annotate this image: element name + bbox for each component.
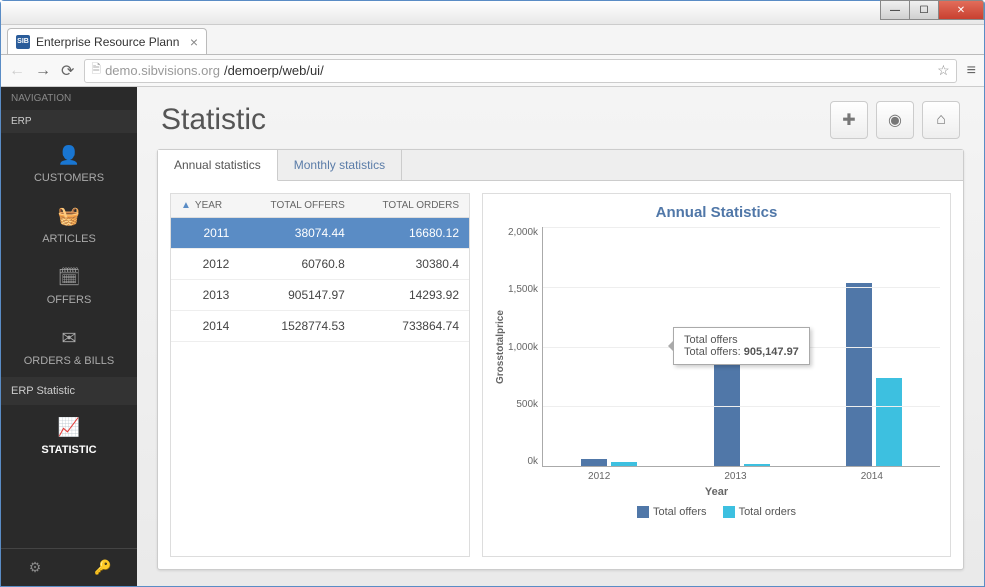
chart-bar[interactable] xyxy=(846,283,872,466)
table-cell: 2012 xyxy=(171,249,243,280)
table-cell: 733864.74 xyxy=(355,311,469,342)
y-axis-label: Grosstotalprice xyxy=(493,227,508,467)
tooltip-series-name: Total offers xyxy=(684,334,799,346)
sidebar-item-orders-bills[interactable]: ✉ ORDERS & BILLS xyxy=(1,316,137,377)
chart-bar[interactable] xyxy=(581,459,607,466)
sidebar-nav-label: NAVIGATION xyxy=(1,87,137,110)
sidebar-item-statistic[interactable]: 📈 STATISTIC xyxy=(1,405,137,466)
sidebar-item-offers[interactable]: 🗓 OFFERS xyxy=(1,255,137,316)
content-card: Annual statistics Monthly statistics ▲YE… xyxy=(157,149,964,570)
add-button[interactable]: ✚ xyxy=(830,101,868,139)
table-row[interactable]: 201260760.830380.4 xyxy=(171,249,469,280)
browser-menu-icon[interactable]: ≡ xyxy=(967,62,976,80)
chart-title: Annual Statistics xyxy=(493,204,940,221)
sidebar-item-label: ARTICLES xyxy=(42,233,96,245)
window-close-button[interactable]: ✕ xyxy=(938,0,984,20)
sidebar-item-label: CUSTOMERS xyxy=(34,172,104,184)
legend-total-offers: Total offers xyxy=(637,506,707,518)
url-input[interactable] xyxy=(224,63,933,78)
tab-close-icon[interactable]: × xyxy=(190,34,198,50)
back-icon[interactable]: ← xyxy=(9,62,25,80)
forward-icon[interactable]: → xyxy=(35,62,51,80)
chart-bar[interactable] xyxy=(714,358,740,466)
chart-panel: Annual Statistics Grosstotalprice 2,000k… xyxy=(482,193,951,557)
refresh-button[interactable]: ◉ xyxy=(876,101,914,139)
browser-nav-bar: ← → ⟳ 🗎 demo.sibvisions.org ☆ ≡ xyxy=(1,55,984,87)
orders-icon: ✉ xyxy=(61,328,76,349)
table-row[interactable]: 2013905147.9714293.92 xyxy=(171,280,469,311)
table-row[interactable]: 201138074.4416680.12 xyxy=(171,218,469,249)
refresh-icon: ◉ xyxy=(888,110,902,130)
sidebar-item-articles[interactable]: 🧺 ARTICLES xyxy=(1,194,137,255)
reload-icon[interactable]: ⟳ xyxy=(61,61,74,81)
legend-swatch-offers xyxy=(637,506,649,518)
statistic-icon: 📈 xyxy=(58,417,80,438)
th-year[interactable]: ▲YEAR xyxy=(171,194,243,218)
window-minimize-button[interactable]: — xyxy=(880,0,910,20)
bookmark-star-icon[interactable]: ☆ xyxy=(937,62,950,79)
page-title: Statistic xyxy=(161,103,830,137)
chart-bar[interactable] xyxy=(611,462,637,466)
x-tick: 2013 xyxy=(667,467,803,482)
y-axis-ticks: 2,000k1,500k1,000k500k0k xyxy=(508,227,542,467)
sidebar-erp-label[interactable]: ERP xyxy=(1,110,137,133)
x-axis-label: Year xyxy=(493,486,940,498)
legend-swatch-orders xyxy=(723,506,735,518)
chart-plot: Total offers Total offers: 905,147.97 xyxy=(542,227,940,467)
table-cell: 30380.4 xyxy=(355,249,469,280)
home-icon: ⌂ xyxy=(936,111,946,129)
x-tick: 2014 xyxy=(804,467,940,482)
chart-bar[interactable] xyxy=(744,464,770,466)
x-axis-ticks: 201220132014 xyxy=(531,467,940,482)
browser-tab-title: Enterprise Resource Plann xyxy=(36,35,184,49)
sidebar-item-customers[interactable]: 👤 CUSTOMERS xyxy=(1,133,137,194)
chart-tooltip: Total offers Total offers: 905,147.97 xyxy=(673,327,810,365)
key-icon[interactable]: 🔑 xyxy=(69,549,137,586)
table-cell: 60760.8 xyxy=(243,249,355,280)
legend-total-orders: Total orders xyxy=(723,506,796,518)
sidebar: NAVIGATION ERP 👤 CUSTOMERS 🧺 ARTICLES 🗓 … xyxy=(1,87,137,586)
sidebar-sub-label[interactable]: ERP Statistic xyxy=(1,377,137,405)
table-cell: 2011 xyxy=(171,218,243,249)
browser-tab-strip: SIB Enterprise Resource Plann × xyxy=(1,25,984,55)
table-cell: 1528774.53 xyxy=(243,311,355,342)
th-total-offers[interactable]: TOTAL OFFERS xyxy=(243,194,355,218)
chart-legend: Total offers Total orders xyxy=(493,506,940,518)
tab-monthly-statistics[interactable]: Monthly statistics xyxy=(278,150,402,180)
sidebar-item-label: ORDERS & BILLS xyxy=(24,355,114,367)
chart-bar[interactable] xyxy=(876,378,902,466)
table-row[interactable]: 20141528774.53733864.74 xyxy=(171,311,469,342)
url-bar[interactable]: 🗎 demo.sibvisions.org ☆ xyxy=(84,59,956,83)
window-titlebar: — ☐ ✕ xyxy=(1,1,984,25)
table-cell: 2013 xyxy=(171,280,243,311)
tab-annual-statistics[interactable]: Annual statistics xyxy=(158,150,278,181)
card-tabs: Annual statistics Monthly statistics xyxy=(158,150,963,181)
table-cell: 38074.44 xyxy=(243,218,355,249)
table-cell: 16680.12 xyxy=(355,218,469,249)
favicon-icon: SIB xyxy=(16,35,30,49)
table-cell: 905147.97 xyxy=(243,280,355,311)
articles-icon: 🧺 xyxy=(58,206,80,227)
browser-tab[interactable]: SIB Enterprise Resource Plann × xyxy=(7,28,207,54)
statistics-table: ▲YEAR TOTAL OFFERS TOTAL ORDERS 20113807… xyxy=(170,193,470,557)
plus-icon: ✚ xyxy=(842,110,855,130)
window-maximize-button[interactable]: ☐ xyxy=(909,0,939,20)
tooltip-value: 905,147.97 xyxy=(744,346,799,358)
sidebar-item-label: STATISTIC xyxy=(41,444,96,456)
sidebar-item-label: OFFERS xyxy=(47,294,92,306)
offers-icon: 🗓 xyxy=(58,267,81,288)
settings-gear-icon[interactable]: ⚙ xyxy=(1,549,69,586)
url-host: demo.sibvisions.org xyxy=(105,63,220,78)
tooltip-label: Total offers: xyxy=(684,346,744,358)
x-tick: 2012 xyxy=(531,467,667,482)
sort-asc-icon: ▲ xyxy=(181,200,191,211)
th-total-orders[interactable]: TOTAL ORDERS xyxy=(355,194,469,218)
customers-icon: 👤 xyxy=(58,145,80,166)
home-button[interactable]: ⌂ xyxy=(922,101,960,139)
page-icon: 🗎 xyxy=(91,60,101,81)
table-cell: 14293.92 xyxy=(355,280,469,311)
table-cell: 2014 xyxy=(171,311,243,342)
